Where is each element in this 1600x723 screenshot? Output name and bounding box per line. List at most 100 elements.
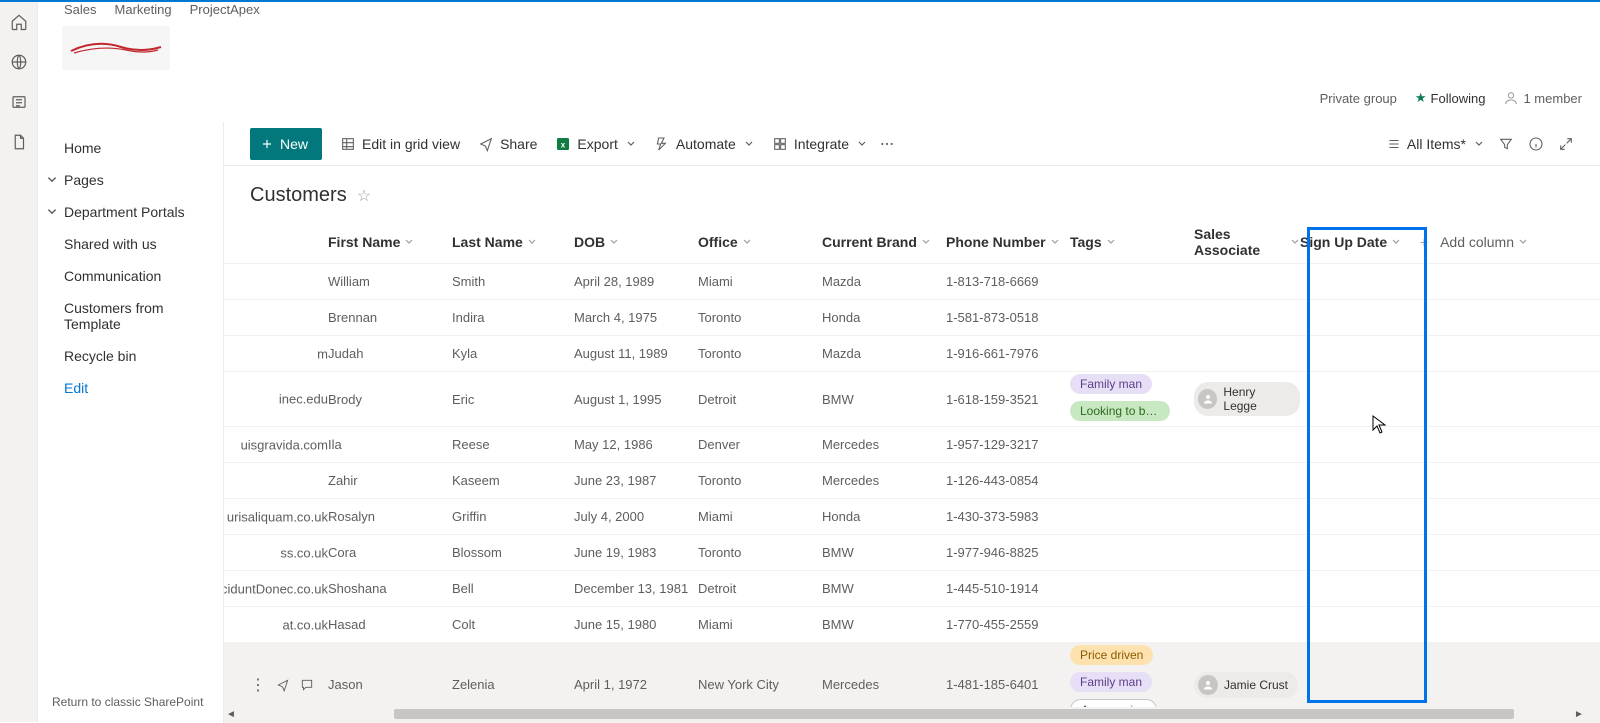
scroll-right-icon[interactable]: ► — [1572, 707, 1586, 721]
view-selector[interactable]: All Items* — [1387, 136, 1484, 152]
table-row[interactable]: mJudahKylaAugust 11, 1989TorontoMazda1-9… — [224, 335, 1600, 371]
col-office[interactable]: Office — [698, 234, 822, 250]
chevron-down-icon — [1474, 139, 1484, 149]
col-brand[interactable]: Current Brand — [822, 234, 946, 250]
cell: BMW — [822, 581, 946, 596]
cell: 1-481-185-6401 — [946, 677, 1070, 692]
star-filled-icon[interactable]: ★ — [1415, 90, 1427, 106]
tag-pill[interactable]: Price driven — [1070, 645, 1153, 665]
site-logo[interactable] — [62, 26, 170, 70]
cell-tags: Family man Looking to buy s… — [1070, 372, 1194, 426]
home-icon[interactable] — [0, 2, 38, 42]
table-row[interactable]: urisaliquam.co.ukRosalynGriffinJuly 4, 2… — [224, 498, 1600, 534]
expand-icon[interactable] — [1558, 136, 1574, 152]
cell: New York City — [698, 677, 822, 692]
share-icon[interactable] — [276, 678, 290, 692]
col-tags[interactable]: Tags — [1070, 234, 1194, 250]
new-button[interactable]: New — [250, 128, 322, 160]
cell: Cora — [328, 545, 452, 560]
cell: 1-916-661-7976 — [946, 346, 1070, 361]
filter-icon[interactable] — [1498, 136, 1514, 152]
site-tab-sales[interactable]: Sales — [64, 2, 97, 17]
scroll-left-icon[interactable]: ◄ — [224, 707, 238, 721]
automate-button[interactable]: Automate — [654, 136, 754, 152]
cell: 1-618-159-3521 — [946, 392, 1070, 407]
return-classic-link[interactable]: Return to classic SharePoint — [52, 695, 203, 709]
news-icon[interactable] — [0, 82, 38, 122]
email-fragment: m — [317, 346, 328, 361]
table-row[interactable]: BrennanIndiraMarch 4, 1975TorontoHonda1-… — [224, 299, 1600, 335]
nav-home[interactable]: Home — [38, 132, 223, 164]
cell: June 19, 1983 — [574, 545, 698, 560]
cell: Toronto — [698, 545, 822, 560]
comment-icon[interactable] — [300, 678, 314, 692]
nav-shared[interactable]: Shared with us — [38, 228, 223, 260]
left-nav: Home Pages Department Portals Shared wit… — [38, 122, 224, 723]
cell: 1-430-373-5983 — [946, 509, 1070, 524]
nav-customers-template[interactable]: Customers from Template — [38, 292, 223, 340]
cell: BMW — [822, 617, 946, 632]
tag-pill[interactable]: Looking to buy s… — [1070, 401, 1170, 421]
table-row[interactable]: WilliamSmithApril 28, 1989MiamiMazda1-81… — [224, 263, 1600, 299]
person-chip[interactable]: Jamie Crust — [1194, 672, 1298, 698]
cell: 1-445-510-1914 — [946, 581, 1070, 596]
more-button[interactable] — [879, 136, 895, 152]
files-icon[interactable] — [0, 122, 38, 162]
col-last-name[interactable]: Last Name — [452, 234, 574, 250]
export-button[interactable]: x Export — [555, 136, 635, 152]
members-label[interactable]: 1 member — [1523, 91, 1582, 106]
command-bar: New Edit in grid view Share x Export Aut… — [224, 122, 1600, 166]
avatar-icon — [1198, 389, 1217, 409]
cell: December 13, 1981 — [574, 581, 698, 596]
cell: April 1, 1972 — [574, 677, 698, 692]
horizontal-scrollbar[interactable]: ◄ ► — [224, 707, 1586, 721]
site-tab-marketing[interactable]: Marketing — [115, 2, 172, 17]
nav-recycle[interactable]: Recycle bin — [38, 340, 223, 372]
col-first-name[interactable]: First Name — [328, 234, 452, 250]
app-rail — [0, 2, 38, 722]
site-tabs: Sales Marketing ProjectApex — [38, 2, 1600, 24]
cell: Detroit — [698, 392, 822, 407]
person-chip[interactable]: Henry Legge — [1194, 382, 1300, 416]
share-button[interactable]: Share — [478, 136, 537, 152]
email-fragment: uisgravida.com — [241, 437, 328, 452]
integrate-button[interactable]: Integrate — [772, 136, 867, 152]
table-row[interactable]: at.co.ukHasadColtJune 15, 1980MiamiBMW1-… — [224, 606, 1600, 642]
cell: Griffin — [452, 509, 574, 524]
cell: Reese — [452, 437, 574, 452]
nav-edit[interactable]: Edit — [38, 372, 223, 404]
cell: Indira — [452, 310, 574, 325]
edit-grid-button[interactable]: Edit in grid view — [340, 136, 460, 152]
site-tab-projectapex[interactable]: ProjectApex — [190, 2, 260, 17]
col-assoc[interactable]: Sales Associate — [1194, 226, 1300, 258]
cell: Colt — [452, 617, 574, 632]
nav-department-portals[interactable]: Department Portals — [38, 196, 223, 228]
cell: Judah — [328, 346, 452, 361]
table-row[interactable]: ss.co.ukCoraBlossomJune 19, 1983TorontoB… — [224, 534, 1600, 570]
chevron-down-icon — [857, 139, 867, 149]
nav-communication[interactable]: Communication — [38, 260, 223, 292]
more-icon[interactable]: ⋮ — [250, 675, 266, 695]
table-row[interactable]: inec.eduBrodyEricAugust 1, 1995DetroitBM… — [224, 371, 1600, 426]
list-title: Customers — [250, 184, 347, 207]
nav-pages[interactable]: Pages — [38, 164, 223, 196]
cell: Brennan — [328, 310, 452, 325]
star-outline-icon[interactable]: ☆ — [357, 186, 371, 206]
cell: Rosalyn — [328, 509, 452, 524]
cell: Miami — [698, 509, 822, 524]
table-row[interactable]: ZahirKaseemJune 23, 1987TorontoMercedes1… — [224, 462, 1600, 498]
table-row[interactable]: cinciduntDonec.co.ukShoshanaBellDecember… — [224, 570, 1600, 606]
tag-pill[interactable]: Family man — [1070, 374, 1152, 394]
scroll-thumb[interactable] — [394, 709, 1514, 719]
col-add[interactable]: + Add column — [1420, 234, 1540, 250]
following-label[interactable]: Following — [1431, 91, 1486, 106]
info-icon[interactable] — [1528, 136, 1544, 152]
globe-icon[interactable] — [0, 42, 38, 82]
col-signup[interactable]: Sign Up Date — [1300, 234, 1420, 250]
cell: Shoshana — [328, 581, 452, 596]
table-row[interactable]: uisgravida.comIlaReeseMay 12, 1986Denver… — [224, 426, 1600, 462]
col-dob[interactable]: DOB — [574, 234, 698, 250]
tag-pill[interactable]: Family man — [1070, 672, 1152, 692]
cell: Hasad — [328, 617, 452, 632]
col-phone[interactable]: Phone Number — [946, 234, 1070, 250]
